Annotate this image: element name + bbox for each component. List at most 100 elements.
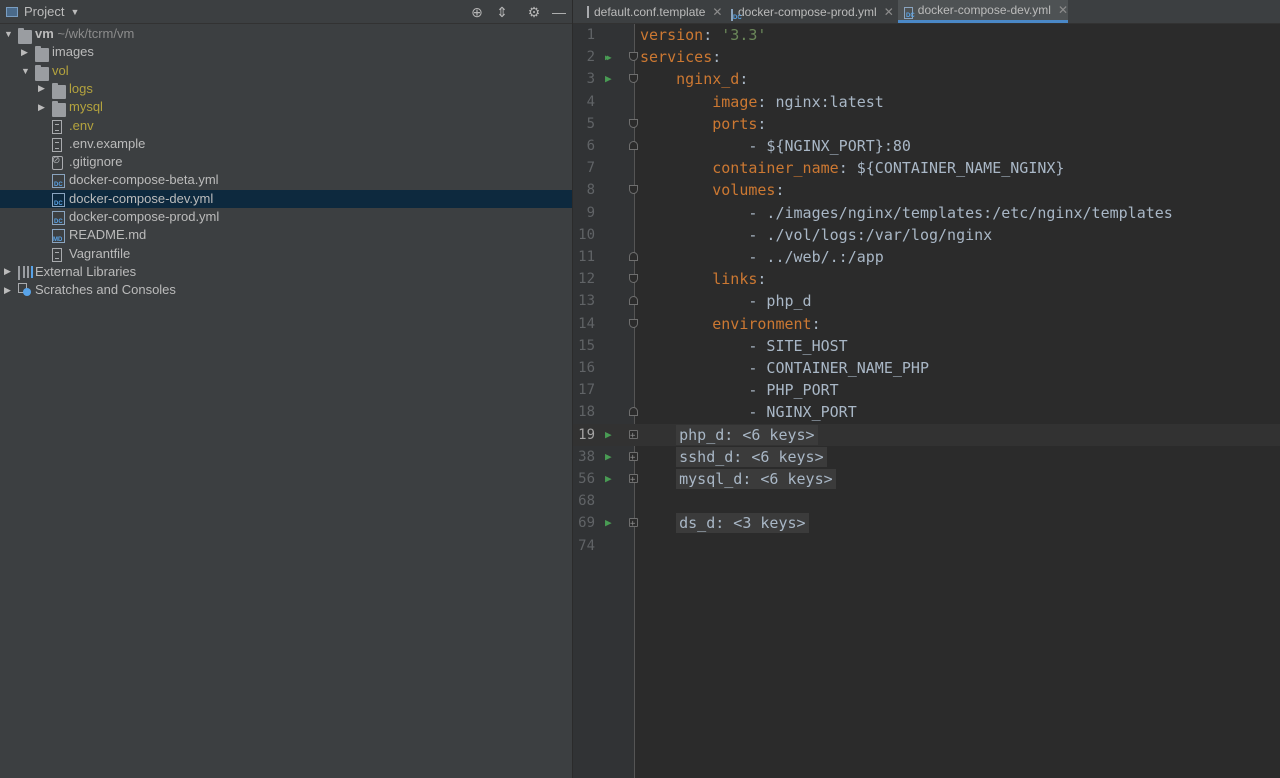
yaml-value	[640, 159, 712, 177]
code-line[interactable]: 68	[573, 490, 1280, 512]
tree-item[interactable]: ▶ images	[0, 43, 572, 63]
fold-marker-icon[interactable]	[629, 407, 638, 417]
line-number: 18	[578, 404, 595, 421]
code-line[interactable]: 7 container_name: ${CONTAINER_NAME_NGINX…	[573, 157, 1280, 179]
tree-item[interactable]: ▼ vol	[0, 62, 572, 81]
tree-item[interactable]: .env.example	[0, 135, 572, 153]
code-line[interactable]: 69 ▶ ds_d: <3 keys>	[573, 512, 1280, 535]
code-line[interactable]: 56 ▶ mysql_d: <6 keys>	[573, 468, 1280, 491]
tree-item-label: vol	[52, 62, 69, 80]
tab-label: default.conf.template	[594, 4, 706, 19]
tree-item[interactable]: ▼ vm ~/wk/tcrm/vm	[0, 25, 572, 44]
tree-item[interactable]: README.md	[0, 226, 572, 244]
tree-item-name: mysql	[69, 99, 103, 115]
expand-fold-icon[interactable]	[629, 469, 638, 491]
yaml-key: environment	[712, 314, 812, 333]
yaml-key: container_name	[712, 159, 839, 178]
code-line[interactable]: 15 - SITE_HOST	[573, 335, 1280, 357]
tree-item[interactable]: docker-compose-dev.yml	[0, 189, 572, 208]
editor-tab[interactable]: default.conf.template ✕	[581, 0, 722, 23]
code-line[interactable]: 13 - php_d	[573, 290, 1280, 312]
tree-item-label: Vagrantfile	[69, 245, 130, 263]
editor-tab[interactable]: docker-compose-dev.yml ✕	[898, 0, 1068, 23]
tree-item[interactable]: ▶ Scratches and Consoles	[0, 281, 572, 299]
project-view-selector[interactable]: Project ▼	[6, 0, 79, 23]
code-line[interactable]: 6 - ${NGINX_PORT}:80	[573, 135, 1280, 157]
run-icon[interactable]: ▶	[605, 68, 612, 90]
tree-item[interactable]: docker-compose-prod.yml	[0, 208, 572, 226]
gear-icon[interactable]: ⚙	[524, 2, 544, 22]
yaml-value	[640, 470, 676, 488]
code-line[interactable]: 12 links:	[573, 268, 1280, 290]
code-line[interactable]: 19 ▶ php_d: <6 keys>	[573, 423, 1280, 447]
run-icon[interactable]: ▶	[605, 468, 612, 490]
line-number: 6	[586, 138, 595, 154]
line-number: 16	[578, 360, 595, 376]
run-all-icon[interactable]: ▶▶	[605, 47, 611, 69]
tree-item-label: Scratches and Consoles	[35, 281, 176, 299]
file-icon	[52, 119, 62, 134]
expand-fold-icon[interactable]	[629, 447, 638, 469]
code-line[interactable]: 1 version: '3.3'	[573, 24, 1280, 46]
expand-fold-icon[interactable]	[629, 513, 638, 535]
tree-item[interactable]: .env	[0, 117, 572, 135]
run-icon[interactable]: ▶	[605, 512, 612, 534]
code-line[interactable]: 2 ▶▶ services:	[573, 46, 1280, 68]
collapsed-arrow-icon[interactable]: ▶	[4, 281, 14, 299]
line-number: 17	[578, 382, 595, 399]
collapsed-block[interactable]: mysql_d: <6 keys>	[676, 469, 836, 489]
code-line[interactable]: 9 - ./images/nginx/templates:/etc/nginx/…	[573, 202, 1280, 224]
tree-item-name: .env.example	[69, 135, 146, 151]
close-icon[interactable]: ✕	[712, 5, 722, 19]
code-line[interactable]: 4 image: nginx:latest	[573, 91, 1280, 113]
collapsed-arrow-icon[interactable]: ▶	[38, 80, 48, 98]
expanded-arrow-icon[interactable]: ▼	[21, 62, 31, 80]
tree-item[interactable]: ▶ mysql	[0, 98, 572, 118]
tree-item-name: External Libraries	[35, 263, 137, 279]
folder-icon	[52, 82, 66, 99]
tree-item-name: vm	[35, 26, 54, 41]
collapsed-arrow-icon[interactable]: ▶	[4, 263, 14, 281]
code-line[interactable]: 5 ports:	[573, 113, 1280, 135]
code-line[interactable]: 16 - CONTAINER_NAME_PHP	[573, 357, 1280, 379]
tree-item[interactable]: .gitignore	[0, 153, 572, 171]
run-icon[interactable]: ▶	[605, 446, 612, 468]
collapsed-arrow-icon[interactable]: ▶	[21, 43, 31, 61]
code-line[interactable]: 10 - ./vol/logs:/var/log/nginx	[573, 224, 1280, 246]
code-line[interactable]: 17 - PHP_PORT	[573, 379, 1280, 401]
fold-marker-icon[interactable]	[629, 74, 638, 84]
close-icon[interactable]: ✕	[884, 5, 894, 19]
code-line[interactable]: 18 - NGINX_PORT	[573, 401, 1280, 423]
code-line[interactable]: 38 ▶ sshd_d: <6 keys>	[573, 446, 1280, 469]
code-line[interactable]: 14 environment:	[573, 313, 1280, 335]
tab-label: docker-compose-dev.yml	[917, 3, 1051, 17]
fold-marker-icon[interactable]	[629, 185, 638, 195]
fold-marker-icon[interactable]	[629, 141, 638, 150]
fold-marker-icon[interactable]	[629, 52, 638, 62]
collapse-all-icon[interactable]: ⇕	[492, 2, 512, 22]
tree-item[interactable]: ▶ logs	[0, 80, 572, 99]
tree-item[interactable]: ▶ External Libraries	[0, 263, 572, 281]
editor-tab[interactable]: docker-compose-prod.yml ✕	[725, 0, 894, 23]
collapsed-arrow-icon[interactable]: ▶	[38, 98, 48, 116]
tree-item[interactable]: docker-compose-beta.yml	[0, 171, 572, 189]
code-line[interactable]: 8 volumes:	[573, 179, 1280, 201]
fold-marker-icon[interactable]	[629, 252, 638, 261]
locate-icon[interactable]: ⊕	[467, 2, 487, 22]
run-icon[interactable]: ▶	[605, 424, 612, 446]
expand-fold-icon[interactable]	[629, 425, 638, 447]
hide-icon[interactable]: —	[549, 2, 569, 22]
expanded-arrow-icon[interactable]: ▼	[4, 25, 14, 43]
code-line[interactable]: 3 ▶ nginx_d:	[573, 68, 1280, 90]
fold-marker-icon[interactable]	[629, 318, 638, 328]
collapsed-block[interactable]: php_d: <6 keys>	[676, 424, 818, 445]
fold-marker-icon[interactable]	[629, 274, 638, 284]
close-icon[interactable]: ✕	[1058, 3, 1068, 17]
collapsed-block[interactable]: sshd_d: <6 keys>	[676, 446, 827, 467]
collapsed-block[interactable]: ds_d: <3 keys>	[676, 513, 809, 534]
code-line[interactable]: 11 - ../web/.:/app	[573, 246, 1280, 268]
fold-marker-icon[interactable]	[629, 118, 638, 128]
tree-item[interactable]: Vagrantfile	[0, 245, 572, 263]
fold-marker-icon[interactable]	[629, 296, 638, 306]
code-line[interactable]: 74	[573, 535, 1280, 557]
